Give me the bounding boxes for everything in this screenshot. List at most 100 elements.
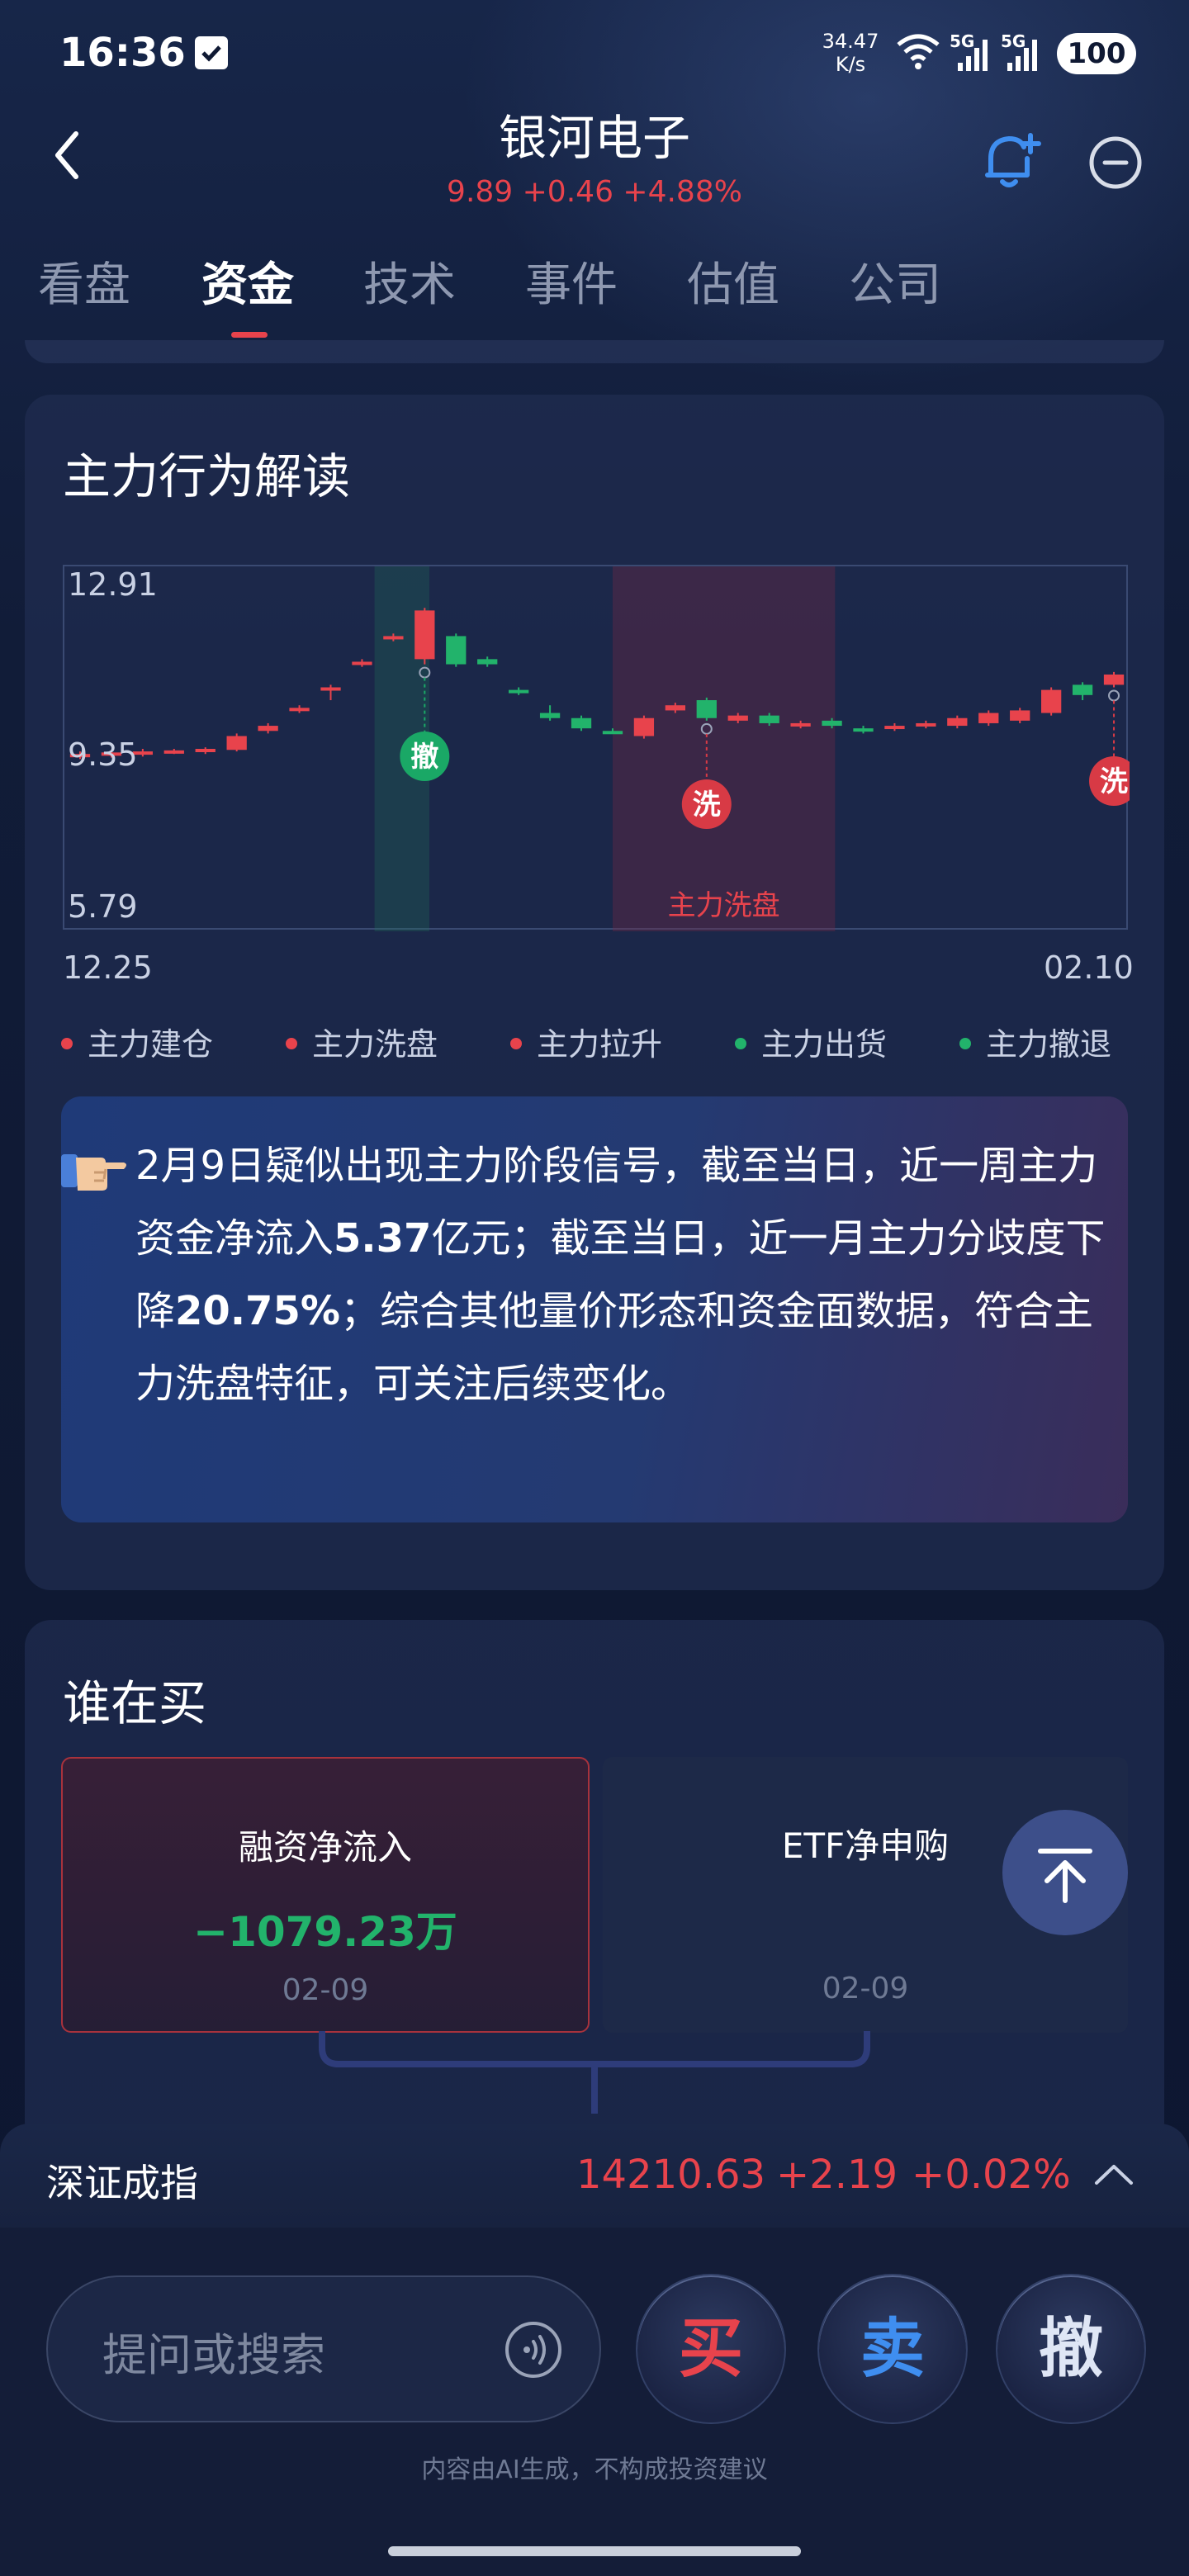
legend-wash: 主力洗盘 [286,1019,438,1064]
candle-body [195,749,216,752]
sell-button[interactable]: 卖 [819,2275,966,2422]
candle-body [602,731,623,735]
candle-body [352,661,372,665]
candle-body [571,717,592,729]
voice-input-icon[interactable] [502,2318,565,2381]
insight-value: 20.75% [175,1288,340,1334]
signal-icon-2 [1007,40,1037,71]
margin-inflow-box[interactable]: 融资净流入 −1079.23万 02-09 [61,1757,590,2033]
chart-legend: 主力建仓 主力洗盘 主力拉升 主力出货 主力撤退 [58,1019,1148,1063]
insight-value: 5.37 [334,1215,432,1262]
legend-retreat: 主力撤退 [959,1019,1111,1064]
home-indicator [388,2546,801,2556]
index-change: +2.19 [776,2152,898,2198]
marker-label: 洗 [1100,765,1128,798]
active-tab-indicator [231,332,268,338]
tab-kanpan[interactable]: 看盘 [38,248,130,315]
legend-dot [510,1037,522,1049]
signal-icon-1 [958,40,988,71]
candle-body [759,715,779,723]
scroll-to-top-button[interactable] [1002,1810,1128,1935]
add-alert-bell-icon[interactable] [979,129,1042,192]
search-input[interactable]: 提问或搜索 [46,2275,601,2422]
tab-technical[interactable]: 技术 [363,248,456,315]
legend-dot [735,1037,746,1049]
who-buys-title: 谁在买 [63,1675,207,1731]
candle-body [539,713,561,718]
kline-svg: 主力洗盘撤洗洗 [69,566,1139,931]
previous-card-edge [25,340,1164,363]
candle-body [916,722,936,727]
net-speed-value: 34.47 [822,30,879,53]
checkbox-notification-icon [195,36,228,69]
buy-button[interactable]: 买 [637,2275,784,2422]
candle-body [665,705,685,711]
candle-body [1010,710,1030,721]
legend-label: 主力建仓 [88,1026,214,1063]
candle-body [1072,684,1093,695]
candle-body [163,750,184,754]
candle-body [978,713,999,723]
candle-body [1041,689,1062,713]
margin-title: 融资净流入 [238,1827,412,1868]
insight-box: 2月9日疑似出现主力阶段信号，截至当日，近一周主力资金净流入5.37亿元；截至当… [61,1096,1128,1522]
legend-label: 主力撤退 [986,1026,1112,1063]
legend-build: 主力建仓 [61,1019,213,1064]
etf-date: 02-09 [822,1972,909,2005]
candle-body [727,715,748,721]
tab-bar: 看盘 资金 技术 事件 估值 公司 [0,248,1189,322]
candle-body [383,636,404,640]
legend-dot [61,1037,73,1049]
margin-value: −1079.23万 [193,1908,457,1956]
candle-body [884,726,905,730]
y-tick-top: 12.91 [68,566,158,603]
legend-dot [286,1037,297,1049]
candle-body [633,717,655,736]
x-end-date: 02.10 [1044,949,1134,986]
tab-valuation[interactable]: 估值 [687,248,779,315]
behavior-title: 主力行为解读 [63,448,351,504]
candle-body [414,610,435,660]
battery-indicator: 100 [1057,33,1136,74]
y-tick-bottom: 5.79 [68,888,138,925]
index-value: 14210.63 [576,2152,766,2198]
legend-label: 主力洗盘 [312,1026,438,1063]
index-name: 深证成指 [46,2161,198,2205]
pointing-hand-icon [61,1154,126,1191]
tab-events[interactable]: 事件 [525,248,618,315]
candle-body [289,708,310,712]
wash-zone [612,566,836,931]
connector-lines [319,2031,870,2114]
cancel-order-button[interactable]: 撤 [997,2275,1144,2422]
candle-body [446,636,467,665]
marker-label: 洗 [693,788,721,822]
net-speed-unit: K/s [835,53,866,76]
marker-label: 撤 [410,741,438,774]
chevron-up-icon[interactable] [1093,2162,1135,2186]
margin-date: 02-09 [282,1973,369,2007]
status-time: 16:36 [59,30,186,76]
candle-body [1103,674,1125,685]
candle-body [790,722,811,727]
y-tick-mid: 9.35 [68,736,138,773]
legend-label: 主力拉升 [537,1026,663,1063]
legend-ship: 主力出货 [735,1019,887,1064]
wifi-icon [897,34,940,69]
candle-body [226,736,247,751]
search-placeholder: 提问或搜索 [102,2329,325,2381]
legend-pull: 主力拉升 [510,1019,662,1064]
legend-label: 主力出货 [761,1026,888,1063]
index-percent: +0.02% [912,2152,1071,2198]
remove-watchlist-icon[interactable] [1088,135,1143,190]
arrow-up-top-icon [1038,1849,1092,1903]
legend-dot [959,1037,971,1049]
candle-body [258,726,278,732]
candle-body [696,700,717,718]
candle-body [509,689,529,694]
x-start-date: 12.25 [63,949,153,986]
insight-text: 2月9日疑似出现主力阶段信号，截至当日，近一周主力资金净流入5.37亿元；截至当… [135,1129,1110,1420]
tab-company[interactable]: 公司 [849,248,941,315]
ai-disclaimer: 内容由AI生成，不构成投资建议 [421,2455,768,2484]
candle-body [822,720,842,727]
tab-funds[interactable]: 资金 [201,248,294,315]
